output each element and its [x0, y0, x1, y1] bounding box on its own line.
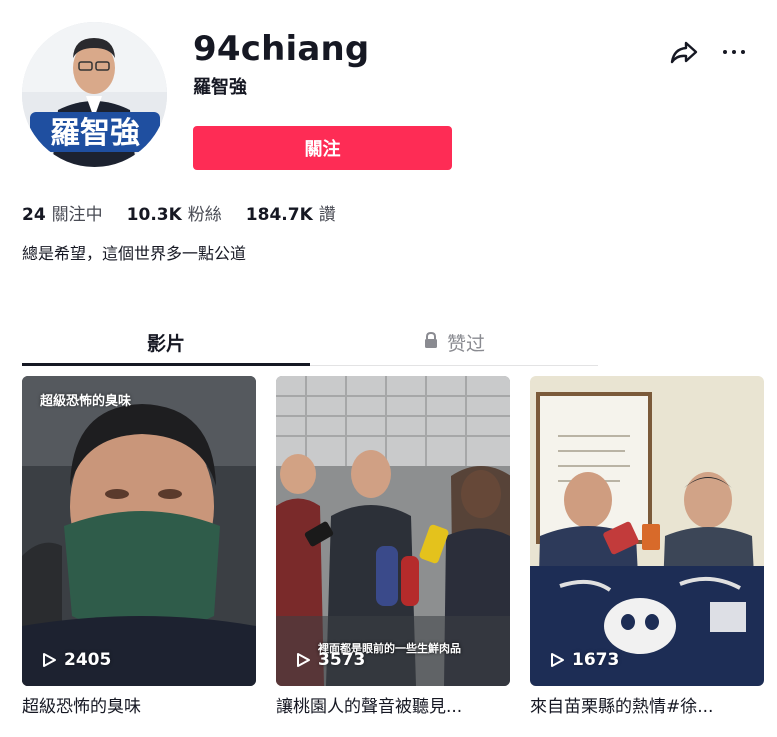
likes-count: 184.7K [245, 205, 313, 225]
followers-count: 10.3K [126, 205, 182, 225]
lock-icon [423, 331, 439, 354]
profile-bio: 總是希望，這個世界多一點公道 [22, 244, 247, 263]
video-thumbnail[interactable]: 1673 [530, 376, 764, 686]
video-thumbnail[interactable]: 超級恐怖的臭味 2405 [22, 376, 256, 686]
video-thumbnail[interactable]: 裡面都是眼前的一些生鮮肉品 3573 [276, 376, 510, 686]
video-thumbnail-image [530, 376, 764, 686]
profile-username: 94chiang [193, 29, 370, 69]
video-view-count: 2405 [64, 650, 112, 670]
followers-stat[interactable]: 10.3K 粉絲 [127, 203, 222, 227]
video-views: 3573 [294, 650, 365, 670]
profile-tabs: 影片 赞过 [22, 318, 598, 366]
video-description[interactable]: 超級恐怖的臭味 [22, 696, 256, 718]
avatar-photo: 羅智強 [22, 22, 167, 167]
tab-videos[interactable]: 影片 [22, 318, 310, 366]
video-description[interactable]: 讓桃園人的聲音被聽見... [276, 696, 510, 718]
tab-videos-label: 影片 [146, 332, 185, 355]
follow-button[interactable]: 關注 [193, 126, 452, 170]
profile-stats: 24 關注中 10.3K 粉絲 184.7K 讚 [22, 203, 336, 227]
video-card: 1673 來自苗栗縣的熱情#徐... [530, 376, 764, 718]
play-icon [551, 653, 564, 667]
play-icon [297, 653, 310, 667]
followers-label: 粉絲 [187, 205, 222, 225]
likes-label: 讚 [318, 205, 336, 225]
video-views: 1673 [548, 650, 619, 670]
profile-avatar[interactable]: 羅智強 [22, 22, 167, 167]
video-views: 2405 [40, 650, 111, 670]
following-count: 24 [22, 205, 46, 225]
following-stat[interactable]: 24 關注中 [22, 203, 103, 227]
video-grid: 超級恐怖的臭味 2405 超級恐怖的臭味 裡面都是眼前的一些生鮮肉品 3573 … [22, 376, 764, 718]
video-thumbnail-image [22, 376, 256, 686]
likes-stat: 184.7K 讚 [246, 203, 336, 227]
following-label: 關注中 [51, 205, 103, 225]
video-card: 裡面都是眼前的一些生鮮肉品 3573 讓桃園人的聲音被聽見... [276, 376, 510, 718]
share-icon[interactable] [668, 36, 700, 68]
active-tab-indicator [22, 363, 310, 366]
video-view-count: 3573 [318, 650, 366, 670]
video-card: 超級恐怖的臭味 2405 超級恐怖的臭味 [22, 376, 256, 718]
video-view-count: 1673 [572, 650, 620, 670]
play-icon [43, 653, 56, 667]
tab-liked[interactable]: 赞过 [310, 318, 598, 366]
profile-nickname: 羅智強 [193, 77, 247, 98]
video-overlay-title: 超級恐怖的臭味 [40, 394, 132, 409]
tab-liked-label: 赞过 [446, 332, 485, 355]
more-icon[interactable] [718, 36, 750, 68]
video-description[interactable]: 來自苗栗縣的熱情#徐... [530, 696, 764, 718]
svg-text:羅智強: 羅智強 [50, 116, 140, 151]
